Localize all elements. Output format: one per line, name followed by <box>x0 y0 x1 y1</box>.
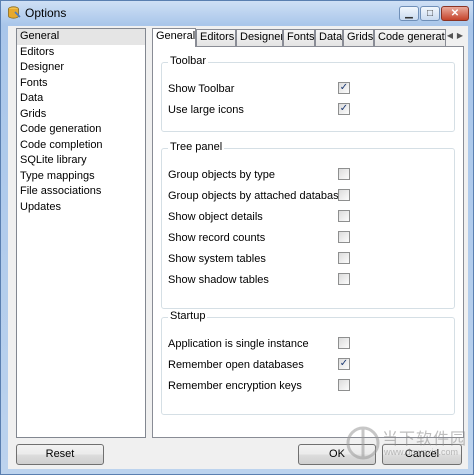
option-show-record-counts[interactable]: Show record counts <box>168 231 448 245</box>
remember-open-databases-checkbox[interactable]: ✓ <box>338 358 350 370</box>
sidebar-item-data[interactable]: Data <box>17 91 145 107</box>
checkmark-icon: ✓ <box>339 358 349 369</box>
option-show-shadow-tables[interactable]: Show shadow tables <box>168 273 448 287</box>
option-label: Use large icons <box>168 104 244 116</box>
group-by-attached-db-checkbox[interactable] <box>338 189 350 201</box>
sidebar-item-fonts[interactable]: Fonts <box>17 76 145 92</box>
toolbar-group-title: Toolbar <box>168 55 209 67</box>
sidebar-item-code-generation[interactable]: Code generation <box>17 122 145 138</box>
option-remember-encryption-keys[interactable]: Remember encryption keys <box>168 379 448 393</box>
show-record-counts-checkbox[interactable] <box>338 231 350 243</box>
checkmark-icon: ✓ <box>339 103 349 114</box>
tab-designer[interactable]: Designer <box>236 29 283 46</box>
tree-panel-group-title: Tree panel <box>168 141 225 153</box>
option-single-instance[interactable]: Application is single instance <box>168 337 448 351</box>
title-bar[interactable]: Options ▁ □ ✕ <box>1 1 473 25</box>
sidebar-item-code-completion[interactable]: Code completion <box>17 138 145 154</box>
maximize-icon: □ <box>426 7 434 19</box>
option-label: Remember open databases <box>168 359 304 371</box>
ok-button[interactable]: OK <box>298 444 376 465</box>
show-shadow-tables-checkbox[interactable] <box>338 273 350 285</box>
option-label: Show system tables <box>168 253 266 265</box>
option-group-by-attached-db[interactable]: Group objects by attached databases <box>168 189 448 203</box>
tab-editors[interactable]: Editors <box>196 29 236 46</box>
option-label: Show shadow tables <box>168 274 269 286</box>
options-category-list[interactable]: General Editors Designer Fonts Data Grid… <box>16 28 146 438</box>
sidebar-item-file-associations[interactable]: File associations <box>17 184 145 200</box>
remember-encryption-keys-checkbox[interactable] <box>338 379 350 391</box>
sidebar-item-designer[interactable]: Designer <box>17 60 145 76</box>
tab-fonts[interactable]: Fonts <box>283 29 315 46</box>
tab-data[interactable]: Data <box>315 29 343 46</box>
checkmark-icon: ✓ <box>339 82 349 93</box>
option-label: Group objects by attached databases <box>168 190 351 202</box>
dialog-client: General Editors Designer Fonts Data Grid… <box>8 26 468 469</box>
tab-code-generation[interactable]: Code generatio <box>374 29 446 46</box>
close-icon: ✕ <box>450 7 460 19</box>
options-window: Options ▁ □ ✕ General Editors Designer F… <box>0 0 474 475</box>
option-label: Show record counts <box>168 232 266 244</box>
single-instance-checkbox[interactable] <box>338 337 350 349</box>
sidebar-item-editors[interactable]: Editors <box>17 45 145 61</box>
app-icon <box>8 6 21 19</box>
tree-panel-group: Tree panel Group objects by type Group o… <box>161 141 455 309</box>
option-label: Show Toolbar <box>168 83 235 95</box>
option-use-large-icons[interactable]: Use large icons ✓ <box>168 103 448 117</box>
option-show-object-details[interactable]: Show object details <box>168 210 448 224</box>
startup-group-title: Startup <box>168 310 208 322</box>
tab-scroll-right-icon[interactable]: ▶ <box>454 29 466 43</box>
sidebar-item-sqlite-library[interactable]: SQLite library <box>17 153 145 169</box>
show-toolbar-checkbox[interactable]: ✓ <box>338 82 350 94</box>
cancel-button[interactable]: Cancel <box>382 444 462 465</box>
sidebar-item-type-mappings[interactable]: Type mappings <box>17 169 145 185</box>
tab-general[interactable]: General <box>152 28 196 47</box>
option-label: Group objects by type <box>168 169 276 181</box>
reset-button[interactable]: Reset <box>16 444 104 465</box>
tab-grids[interactable]: Grids <box>343 29 374 46</box>
sidebar-item-grids[interactable]: Grids <box>17 107 145 123</box>
show-object-details-checkbox[interactable] <box>338 210 350 222</box>
tab-strip: General Editors Designer Fonts Data Grid… <box>152 28 466 47</box>
toolbar-group: Toolbar Show Toolbar ✓ Use large icons ✓ <box>161 55 455 132</box>
minimize-icon: ▁ <box>405 7 413 19</box>
option-remember-open-databases[interactable]: Remember open databases ✓ <box>168 358 448 372</box>
startup-group: Startup Application is single instance R… <box>161 310 455 415</box>
general-tab-panel: Toolbar Show Toolbar ✓ Use large icons ✓… <box>152 46 464 438</box>
maximize-button[interactable]: □ <box>420 6 440 21</box>
sidebar-item-updates[interactable]: Updates <box>17 200 145 216</box>
show-system-tables-checkbox[interactable] <box>338 252 350 264</box>
group-by-type-checkbox[interactable] <box>338 168 350 180</box>
option-show-toolbar[interactable]: Show Toolbar ✓ <box>168 82 448 96</box>
option-group-by-type[interactable]: Group objects by type <box>168 168 448 182</box>
option-label: Application is single instance <box>168 338 309 350</box>
close-button[interactable]: ✕ <box>441 6 469 21</box>
minimize-button[interactable]: ▁ <box>399 6 419 21</box>
use-large-icons-checkbox[interactable]: ✓ <box>338 103 350 115</box>
window-title: Options <box>25 6 67 20</box>
option-show-system-tables[interactable]: Show system tables <box>168 252 448 266</box>
option-label: Show object details <box>168 211 263 223</box>
option-label: Remember encryption keys <box>168 380 302 392</box>
sidebar-item-general[interactable]: General <box>17 29 145 45</box>
